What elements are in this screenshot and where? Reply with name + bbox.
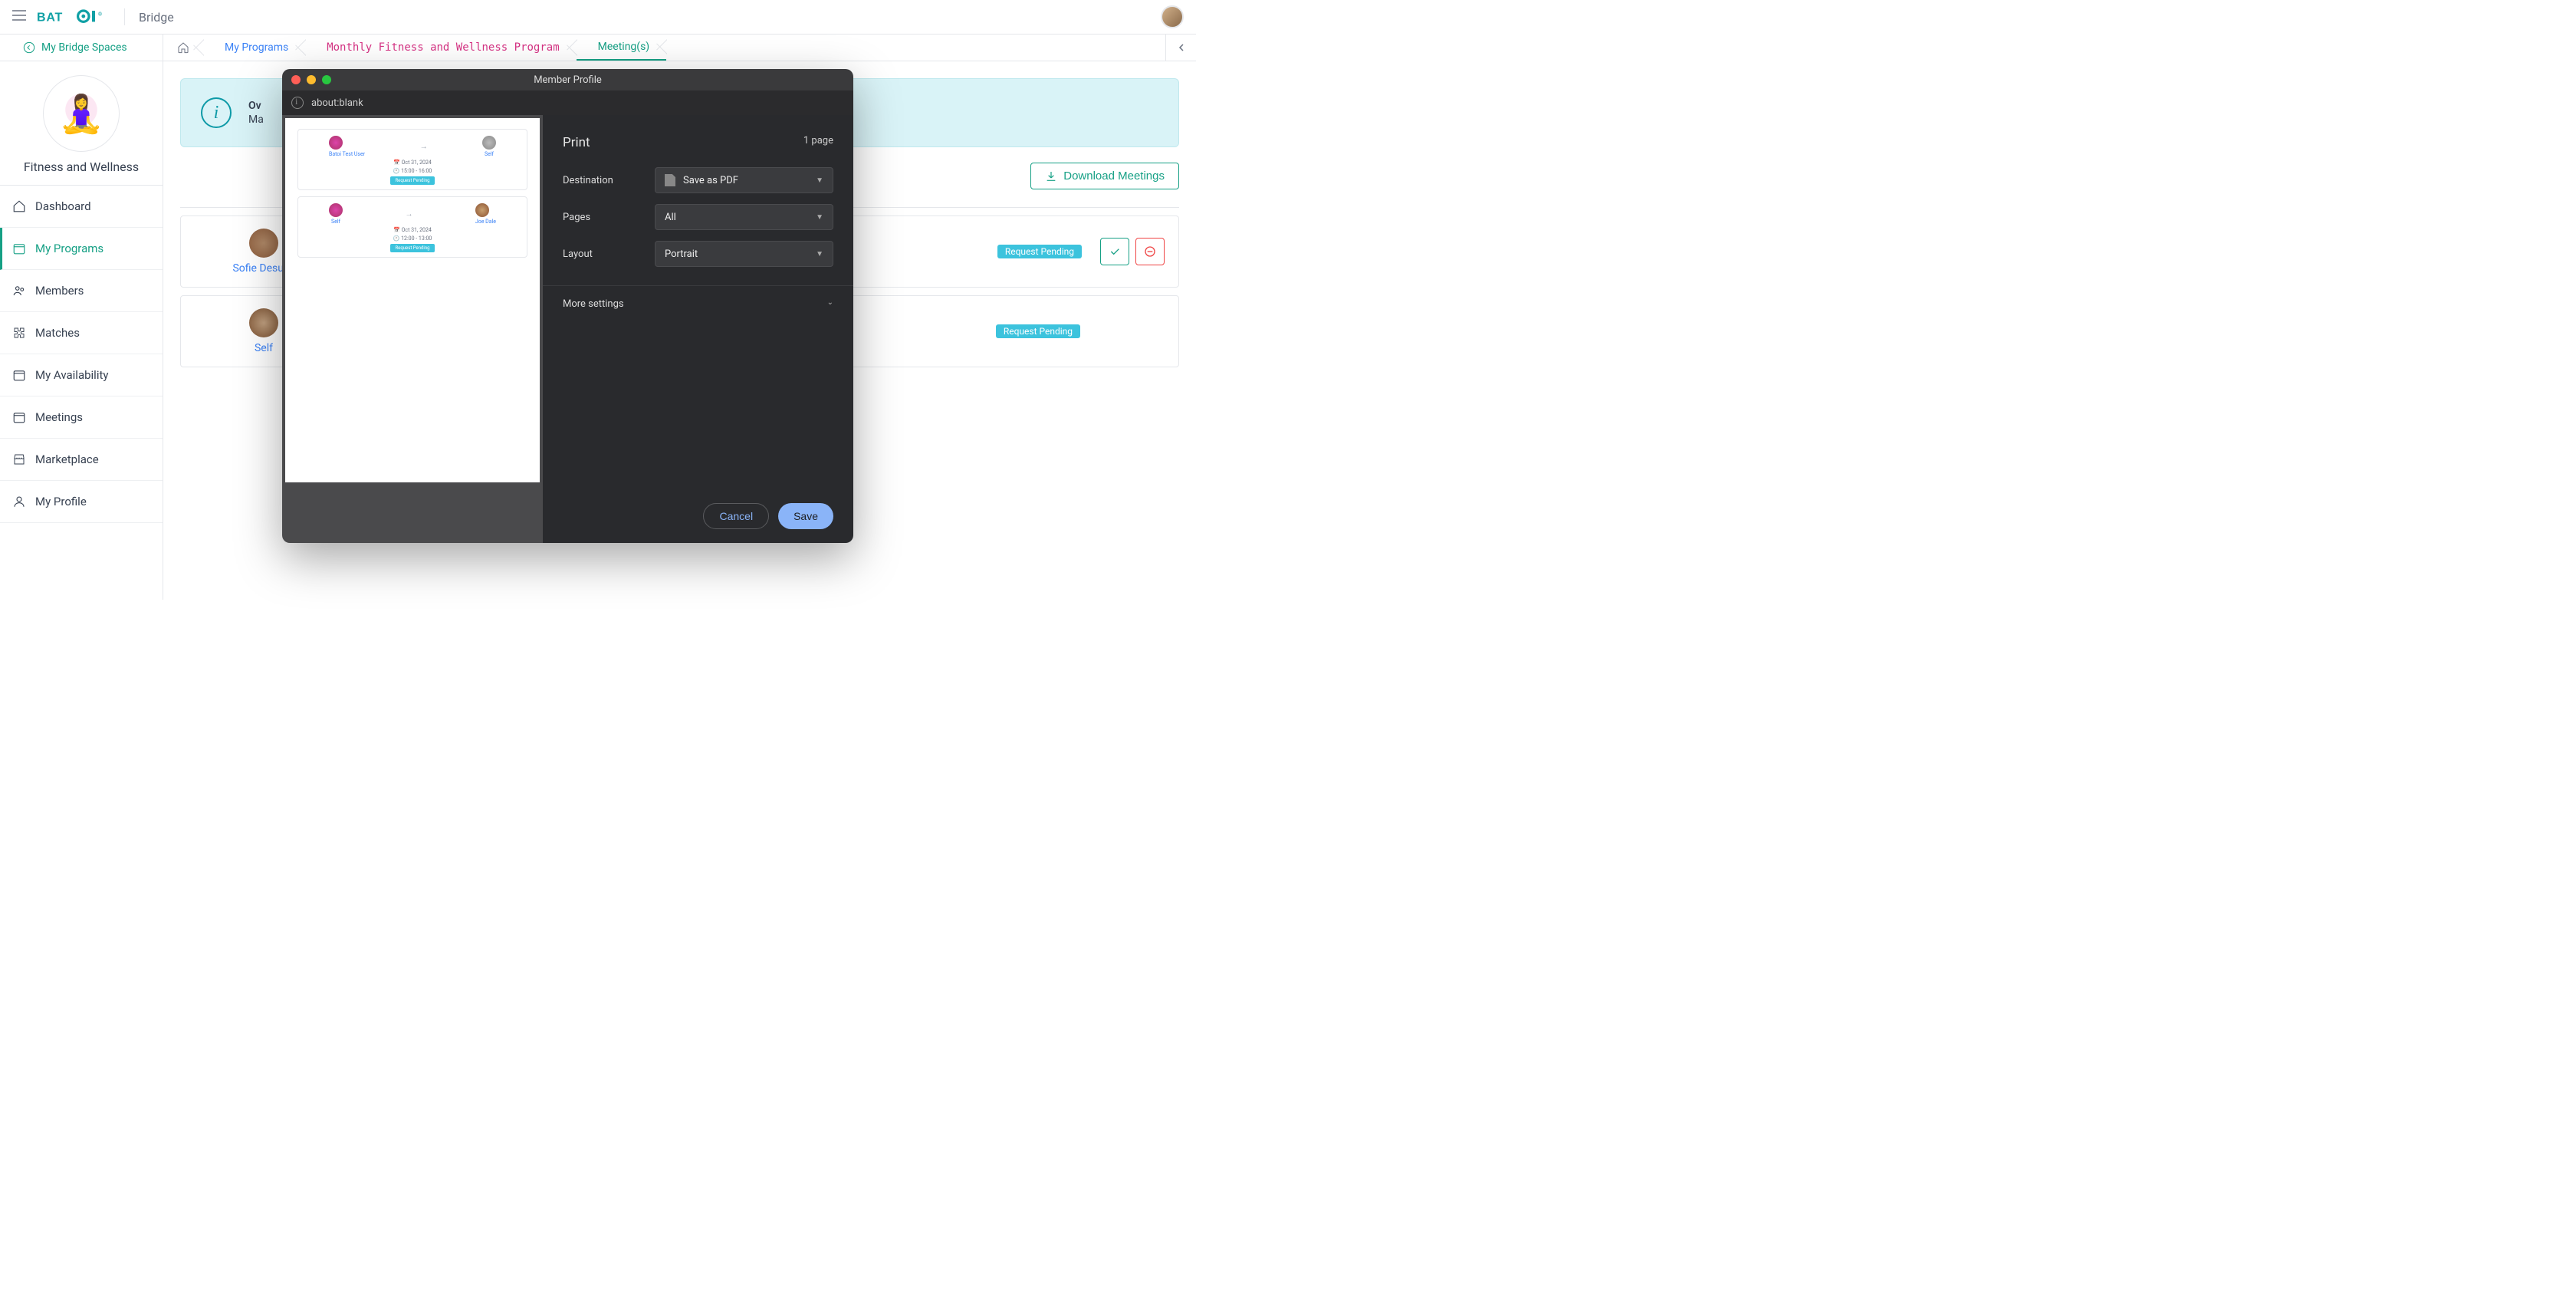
chevron-down-icon: ⌄ [827,298,833,310]
chevron-left-icon [1177,43,1186,52]
user-icon [12,495,26,508]
accept-button[interactable] [1100,238,1129,265]
logo[interactable]: BAT ® [37,8,110,25]
chevron-down-icon: ▼ [816,213,823,222]
label-pages: Pages [563,212,655,223]
sidebar-item-my-programs[interactable]: My Programs [0,228,163,270]
print-title: Print [563,135,590,150]
chevron-down-icon: ▼ [816,176,823,185]
chevron-down-icon: ▼ [816,250,823,258]
cancel-icon [1144,245,1156,258]
sidebar-item-profile[interactable]: My Profile [0,481,163,523]
sidebar-item-marketplace[interactable]: Marketplace [0,439,163,481]
mac-titlebar: Member Profile [282,69,853,90]
breadcrumb: My Programs Monthly Fitness and Wellness… [163,35,1165,61]
calendar-icon [12,368,26,382]
avatar [249,229,278,258]
user-avatar[interactable] [1161,5,1184,28]
status-badge: Request Pending [997,245,1082,258]
back-label: My Bridge Spaces [41,41,127,54]
store-icon [12,452,26,466]
back-circle-icon [23,41,35,54]
avatar [249,308,278,337]
avatar [329,203,343,217]
back-to-spaces[interactable]: My Bridge Spaces [0,35,163,61]
collapse-breadcrumb-button[interactable] [1165,35,1196,61]
sidebar-item-members[interactable]: Members [0,270,163,312]
arrow-icon: → [405,210,412,219]
divider [124,8,125,25]
status-badge: Request Pending [996,324,1080,338]
sidebar: Fitness and Wellness Dashboard My Progra… [0,61,163,600]
download-meetings-button[interactable]: Download Meetings [1030,163,1179,189]
space-name: Fitness and Wellness [8,160,155,174]
info-icon: i [201,97,232,128]
info-title: Ov [248,100,264,112]
label-destination: Destination [563,175,655,186]
preview-page: Batoi Test User → Self 📅 Oct 31, 2024 🕐 … [285,118,540,482]
more-settings-toggle[interactable]: More settings ⌄ [563,286,833,322]
sidebar-nav: Dashboard My Programs Members Matches My… [0,186,163,523]
save-button[interactable]: Save [778,503,833,529]
print-preview-pane: Batoi Test User → Self 📅 Oct 31, 2024 🕐 … [282,115,543,543]
sidebar-item-meetings[interactable]: Meetings [0,396,163,439]
document-icon [665,174,675,186]
page-count: 1 page [803,135,833,150]
check-icon [1109,245,1121,258]
svg-text:®: ® [98,11,103,17]
avatar [475,203,489,217]
site-info-icon[interactable] [291,97,304,109]
top-header-left: BAT ® Bridge [12,8,174,25]
crumb-my-programs[interactable]: My Programs [203,35,305,61]
hamburger-icon[interactable] [12,10,26,24]
layout-select[interactable]: Portrait ▼ [655,241,833,267]
download-icon [1045,170,1057,183]
home-icon [177,41,189,54]
print-dialog: Member Profile about:blank Batoi Test Us… [282,69,853,543]
sidebar-item-dashboard[interactable]: Dashboard [0,186,163,228]
arrow-icon: → [420,143,428,151]
app-name[interactable]: Bridge [139,10,174,25]
info-body: Ma [248,114,264,126]
preview-card: Batoi Test User → Self 📅 Oct 31, 2024 🕐 … [297,129,527,190]
cancel-button[interactable]: Cancel [703,503,769,529]
sidebar-item-availability[interactable]: My Availability [0,354,163,396]
crumb-meetings[interactable]: Meeting(s) [577,35,667,61]
meeting-actions [1100,238,1165,265]
space-avatar [43,75,120,152]
destination-select[interactable]: Save as PDF ▼ [655,167,833,193]
label-layout: Layout [563,248,655,260]
crumb-program[interactable]: Monthly Fitness and Wellness Program [305,35,576,61]
crumb-home[interactable] [163,35,203,61]
avatar [482,136,496,150]
secondary-header: My Bridge Spaces My Programs Monthly Fit… [0,35,1196,61]
top-header: BAT ® Bridge [0,0,1196,35]
pages-select[interactable]: All ▼ [655,204,833,230]
decline-button[interactable] [1135,238,1165,265]
url-bar: about:blank [282,90,853,115]
svg-text:BAT: BAT [37,12,63,25]
space-card: Fitness and Wellness [0,61,163,186]
calendar-icon [12,410,26,424]
info-text: Ov Ma [248,100,264,126]
print-settings-pane: Print 1 page Destination Save as PDF ▼ P… [543,115,853,543]
home-icon [12,199,26,213]
sidebar-item-matches[interactable]: Matches [0,312,163,354]
preview-card: Self → Joe Dale 📅 Oct 31, 2024 🕐 12:00 -… [297,196,527,258]
puzzle-icon [12,326,26,340]
print-body: Batoi Test User → Self 📅 Oct 31, 2024 🕐 … [282,115,853,543]
users-icon [12,284,26,298]
window-title: Member Profile [282,74,853,86]
print-footer: Cancel Save [563,495,833,529]
url-text: about:blank [311,97,363,109]
calendar-icon [12,242,26,255]
avatar [329,136,343,150]
